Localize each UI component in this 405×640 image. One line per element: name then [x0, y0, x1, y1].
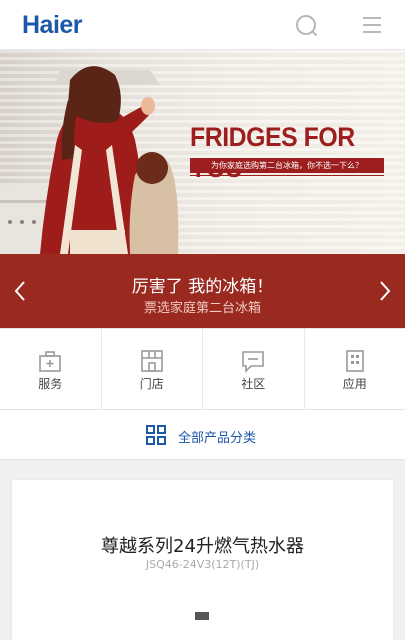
search-button[interactable] [293, 12, 321, 40]
product-card[interactable]: 尊越系列24升燃气热水器 JSQ46-24V3(12T)(TJ) [12, 480, 393, 640]
product-title: 尊越系列24升燃气热水器 [12, 532, 393, 558]
chevron-right-icon [374, 276, 396, 306]
hamburger-menu-icon [360, 14, 384, 36]
quicknav-label: 社区 [203, 375, 304, 392]
product-image [195, 612, 209, 620]
menu-button[interactable] [360, 14, 384, 36]
quicknav-label: 服务 [0, 375, 101, 392]
hero-banner[interactable]: FRIDGES FOR YOU 为你家庭选购第二台冰箱，你不选一下么？ [0, 50, 405, 254]
search-icon [293, 12, 321, 40]
chat-icon [241, 349, 265, 373]
quicknav-item-service[interactable]: 服务 [0, 329, 102, 409]
banner-divider [190, 175, 384, 176]
service-kit-icon [38, 349, 62, 373]
all-categories-button[interactable]: 全部产品分类 [0, 410, 405, 460]
quicknav-item-apps[interactable]: 应用 [305, 329, 405, 409]
header: Haier [0, 0, 405, 50]
banner-next-button[interactable] [374, 276, 396, 306]
caption-subtitle: 票选家庭第二台冰箱 [0, 297, 405, 316]
quicknav-item-community[interactable]: 社区 [203, 329, 305, 409]
banner-caption: 厉害了 我的冰箱！ 票选家庭第二台冰箱 [0, 254, 405, 328]
store-icon [140, 349, 164, 373]
banner-tagline: 为你家庭选购第二台冰箱，你不选一下么？ [190, 158, 384, 173]
quick-nav: 服务 门店 社区 应用 [0, 328, 405, 410]
product-model: JSQ46-24V3(12T)(TJ) [12, 558, 393, 571]
haier-logo[interactable]: Haier [22, 11, 82, 40]
all-categories-label: 全部产品分类 [178, 427, 256, 446]
quicknav-label: 应用 [305, 375, 405, 392]
app-icon [343, 349, 367, 373]
caption-title: 厉害了 我的冰箱！ [0, 272, 405, 297]
quicknav-item-store[interactable]: 门店 [102, 329, 204, 409]
quicknav-label: 门店 [102, 375, 203, 392]
grid-icon [146, 425, 166, 445]
